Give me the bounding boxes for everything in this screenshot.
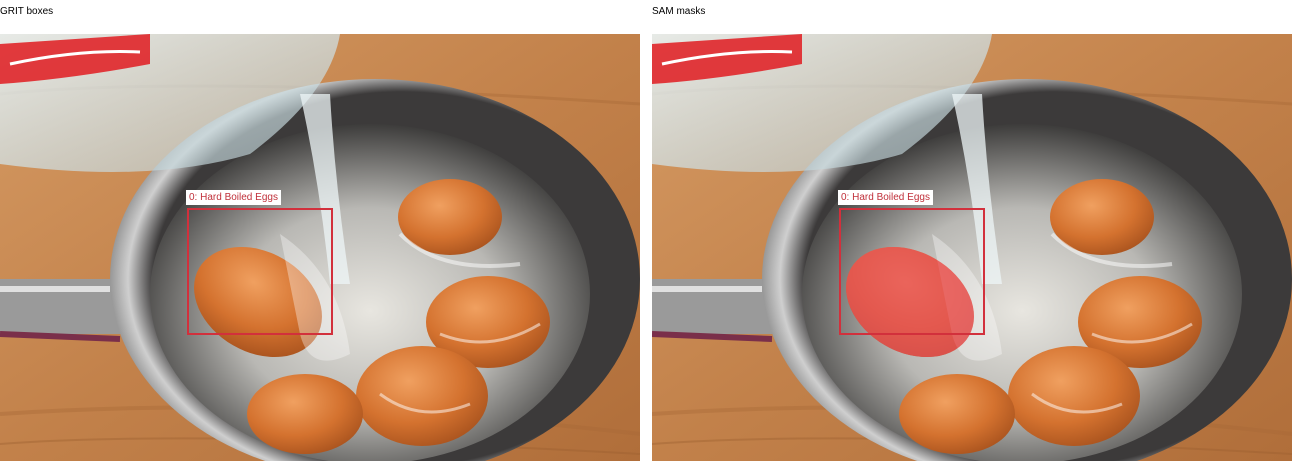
panel-title-right: SAM masks: [652, 6, 706, 17]
detection-box: [187, 208, 333, 335]
detection-label: 0: Hard Boiled Eggs: [838, 190, 933, 205]
detection-label: 0: Hard Boiled Eggs: [186, 190, 281, 205]
grit-boxes-panel: 0: Hard Boiled Eggs: [0, 34, 640, 461]
panel-title-left: GRIT boxes: [0, 6, 54, 17]
detection-box: [839, 208, 985, 335]
sam-masks-panel: 0: Hard Boiled Eggs: [652, 34, 1292, 461]
